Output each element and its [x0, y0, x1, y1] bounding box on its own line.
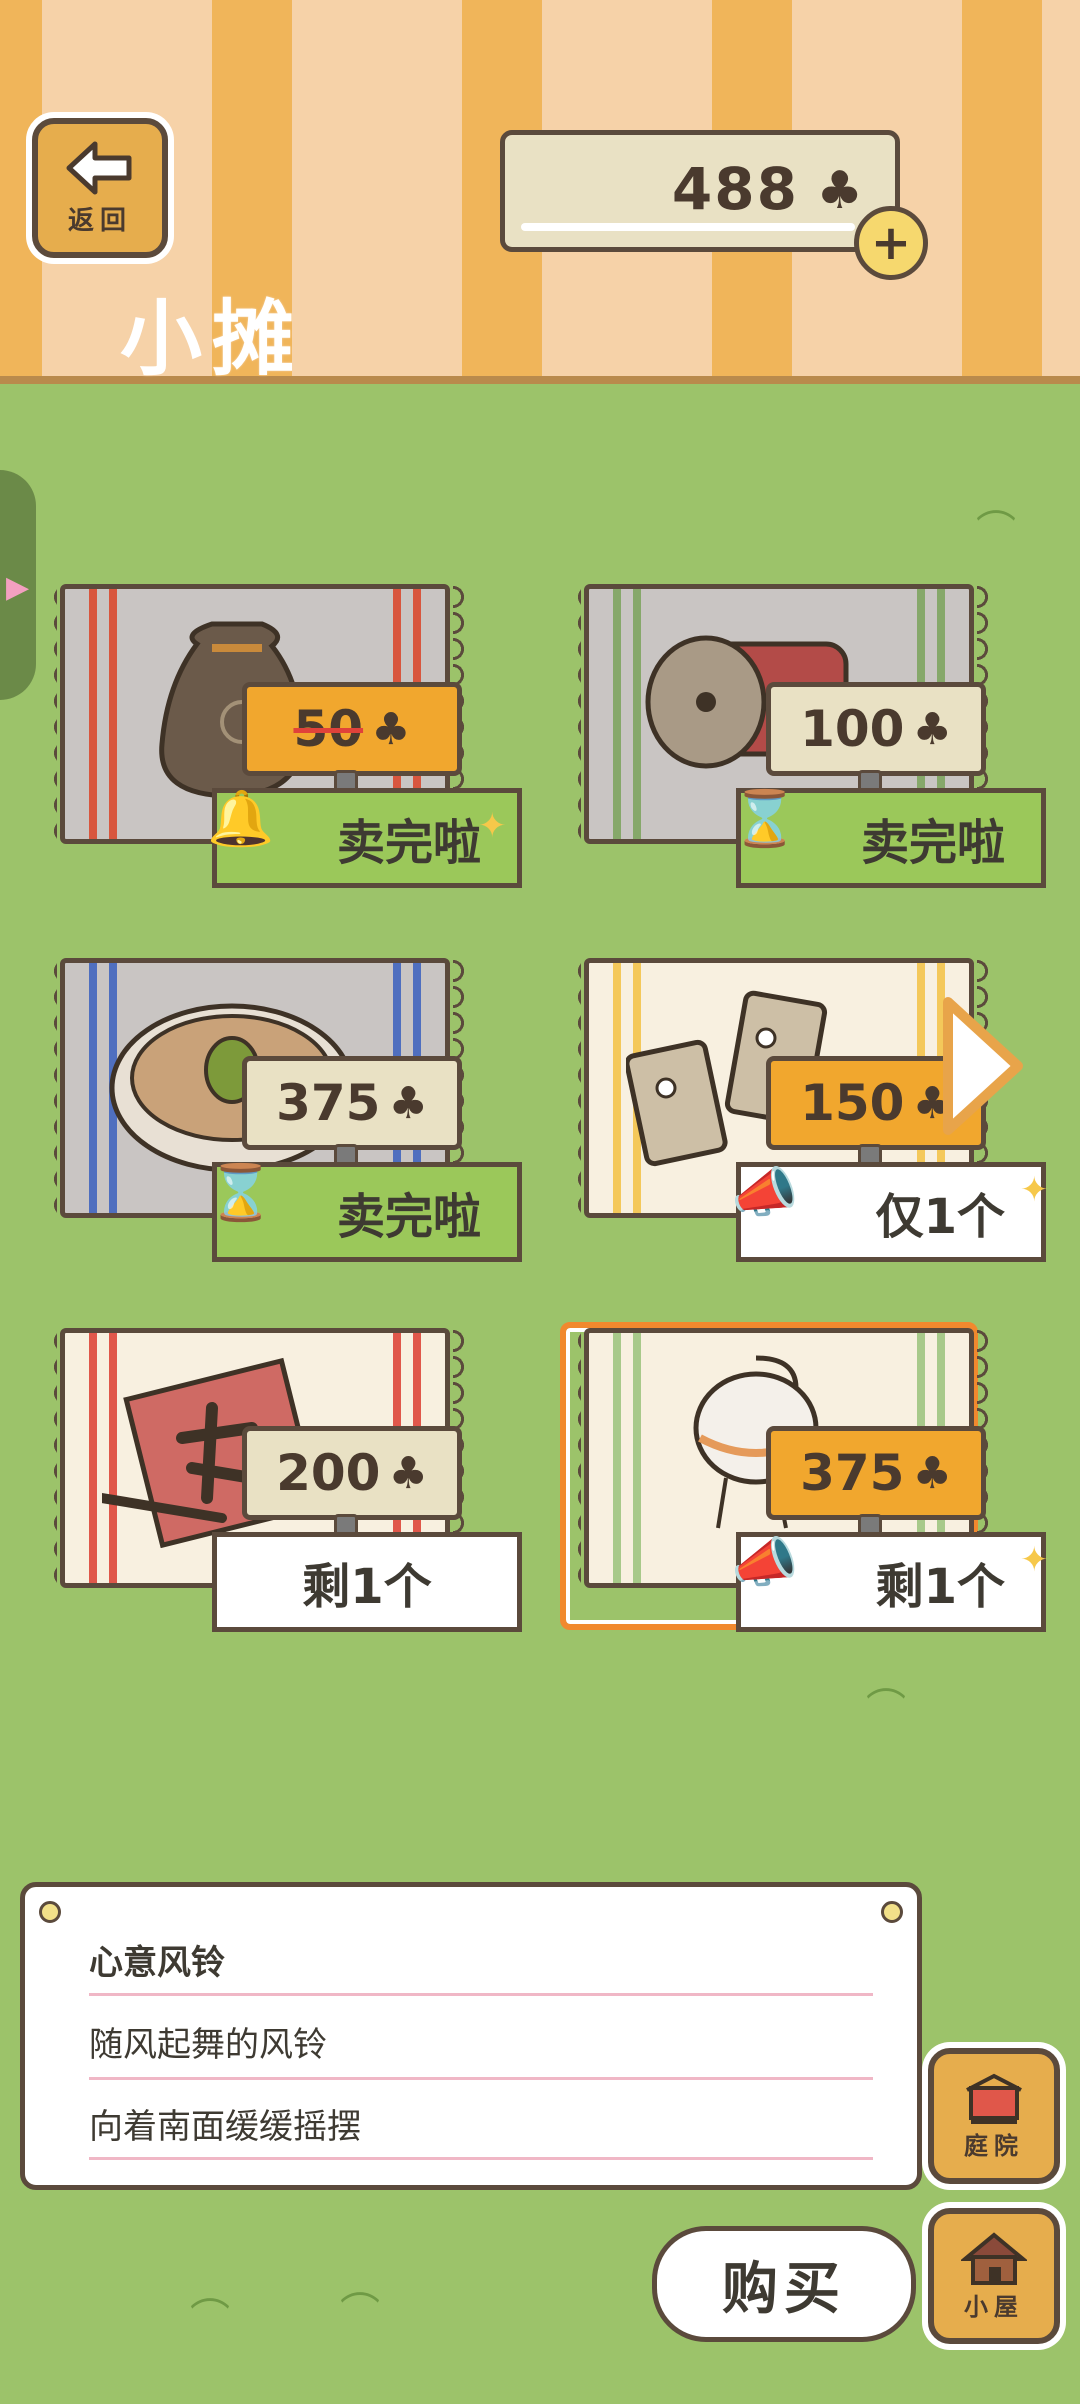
price-tag: 375 ♣ — [242, 1056, 462, 1150]
megaphone-icon: 📣 — [731, 1531, 799, 1594]
item-description-panel: 心意风铃 随风起舞的风铃 向着南面缓缓摇摆 — [20, 1882, 922, 2190]
hourglass-icon: ⌛ — [731, 787, 799, 850]
shop-item-drum[interactable]: 100 ♣ ⌛ 卖完啦 — [536, 574, 1056, 894]
house-label: 小屋 — [964, 2292, 1024, 2321]
status-label: 卖完啦 — [336, 815, 481, 871]
sparkle-icon: ✦ — [1020, 1540, 1049, 1580]
coin-value: 488 — [671, 155, 799, 223]
price-value: 150 — [800, 1074, 905, 1132]
bell-icon: 🔔 — [207, 787, 275, 850]
add-coins-button[interactable]: + — [854, 206, 928, 280]
status-badge: 📣 剩1个 — [731, 1531, 1046, 1632]
price-value: 50 — [293, 700, 364, 758]
status-label: 卖完啦 — [336, 1189, 481, 1245]
clover-icon: ♣ — [912, 1447, 952, 1499]
back-button[interactable]: 返回 — [32, 118, 168, 258]
pin-icon — [39, 1901, 61, 1923]
status-badge: 🔔 卖完啦 — [207, 787, 522, 888]
back-label: 返回 — [67, 205, 132, 236]
shop-item-wind-chime[interactable]: 375 ♣ 📣 剩1个 ✦ — [536, 1318, 1056, 1638]
shop-item-calligraphy[interactable]: 200 ♣ 剩1个 — [12, 1318, 532, 1638]
next-page-arrow-icon[interactable] — [938, 996, 1028, 1136]
clover-icon: ♣ — [388, 1447, 428, 1499]
yard-button[interactable]: 庭院 — [928, 2048, 1060, 2184]
grass-tuft-icon: ⌒ — [866, 1686, 906, 1732]
sparkle-icon: ✦ — [478, 806, 507, 846]
price-tag: 200 ♣ — [242, 1426, 462, 1520]
price-value: 375 — [800, 1444, 905, 1502]
pin-icon — [881, 1901, 903, 1923]
shop-item-sack[interactable]: 50 ♣ 🔔 卖完啦 ✦ — [12, 574, 532, 894]
price-value: 100 — [800, 700, 905, 758]
hourglass-icon: ⌛ — [207, 1161, 275, 1224]
status-badge: 剩1个 — [212, 1532, 522, 1632]
divider — [89, 1993, 873, 1996]
status-badge: ⌛ 卖完啦 — [731, 787, 1046, 888]
clover-icon: ♣ — [371, 703, 411, 755]
grass-tuft-icon: ⌒ — [976, 508, 1016, 554]
status-label: 仅1个 — [875, 1189, 1005, 1245]
coin-bar — [521, 223, 855, 231]
clover-icon: ♣ — [388, 1077, 428, 1129]
buy-button[interactable]: 购买 — [652, 2226, 916, 2342]
item-description-line-2: 向着南面缓缓摇摆 — [89, 2107, 361, 2147]
status-badge: 📣 仅1个 — [731, 1161, 1046, 1262]
grass-tuft-icon: ⌒ — [190, 2296, 230, 2342]
house-icon — [961, 2231, 1027, 2285]
sparkle-icon: ✦ — [1020, 1170, 1049, 1210]
clover-icon: ♣ — [912, 703, 952, 755]
price-value: 375 — [276, 1074, 381, 1132]
price-tag: 50 ♣ — [242, 682, 462, 776]
status-label: 剩1个 — [875, 1559, 1005, 1615]
status-badge: ⌛ 卖完啦 — [207, 1161, 522, 1262]
price-tag: 100 ♣ — [766, 682, 986, 776]
clover-icon: ♣ — [816, 161, 863, 221]
megaphone-icon: 📣 — [731, 1161, 799, 1224]
coin-counter: 488 ♣ — [500, 130, 900, 252]
house-button[interactable]: 小屋 — [928, 2208, 1060, 2344]
back-arrow-icon — [66, 141, 132, 194]
shop-item-dumplings[interactable]: 375 ♣ ⌛ 卖完啦 — [12, 948, 532, 1268]
page-title: 小摊 — [120, 292, 305, 387]
divider — [89, 2077, 873, 2080]
yard-label: 庭院 — [964, 2131, 1024, 2160]
item-description-line-1: 随风起舞的风铃 — [89, 2025, 327, 2065]
price-tag: 375 ♣ — [766, 1426, 986, 1520]
status-label: 卖完啦 — [860, 815, 1005, 871]
yard-icon — [966, 2073, 1022, 2124]
item-name: 心意风铃 — [89, 1943, 225, 1983]
status-label: 剩1个 — [302, 1559, 432, 1615]
grass-tuft-icon: ⌒ — [340, 2290, 380, 2336]
divider — [89, 2157, 873, 2160]
price-value: 200 — [276, 1444, 381, 1502]
